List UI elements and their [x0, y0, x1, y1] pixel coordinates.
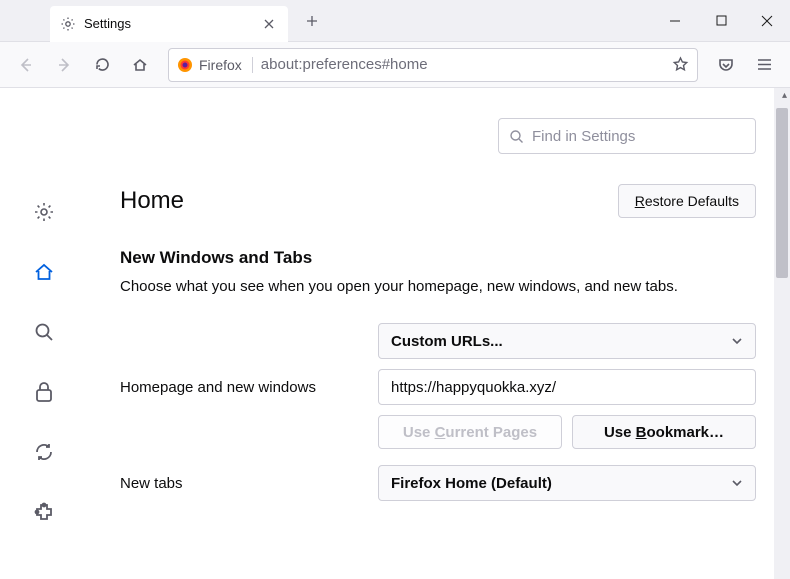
settings-search-box[interactable]	[498, 118, 756, 154]
urlbar-url: about:preferences#home	[261, 56, 664, 73]
section-title: New Windows and Tabs	[120, 248, 756, 268]
bookmark-star-icon[interactable]	[672, 56, 689, 73]
sidebar-item-general[interactable]	[26, 194, 62, 230]
url-bar[interactable]: Firefox about:preferences#home	[168, 48, 698, 82]
sidebar	[0, 88, 88, 579]
newtabs-label: New tabs	[120, 475, 366, 492]
browser-tab[interactable]: Settings	[50, 6, 288, 42]
homepage-url-input[interactable]	[378, 369, 756, 405]
scrollbar-thumb[interactable]	[776, 108, 788, 278]
forward-button[interactable]	[48, 49, 80, 81]
close-window-button[interactable]	[744, 0, 790, 42]
close-tab-icon[interactable]	[260, 15, 278, 33]
homepage-label: Homepage and new windows	[120, 379, 366, 396]
toolbar: Firefox about:preferences#home	[0, 42, 790, 88]
sidebar-item-extensions[interactable]	[26, 494, 62, 530]
sidebar-item-privacy[interactable]	[26, 374, 62, 410]
select-value: Custom URLs...	[391, 333, 503, 350]
urlbar-identity-label: Firefox	[199, 57, 253, 73]
page-title: Home	[120, 187, 184, 215]
home-button[interactable]	[124, 49, 156, 81]
scroll-up-icon[interactable]: ▴	[782, 90, 787, 101]
restore-defaults-button[interactable]: Restore Defaults	[618, 184, 756, 218]
main-panel: Home Restore Defaults New Windows and Ta…	[88, 88, 790, 579]
titlebar: Settings	[0, 0, 790, 42]
search-icon	[509, 129, 524, 144]
maximize-button[interactable]	[698, 0, 744, 42]
sidebar-item-home[interactable]	[26, 254, 62, 290]
sidebar-item-search[interactable]	[26, 314, 62, 350]
new-tab-button[interactable]	[298, 7, 326, 35]
gear-icon	[60, 16, 76, 32]
use-current-pages-button[interactable]: Use Current Pages	[378, 415, 562, 449]
select-value: Firefox Home (Default)	[391, 475, 552, 492]
use-bookmark-button[interactable]: Use Bookmark…	[572, 415, 756, 449]
pocket-icon[interactable]	[710, 49, 742, 81]
menu-icon[interactable]	[748, 49, 780, 81]
scrollbar[interactable]: ▴	[774, 88, 790, 579]
settings-search-input[interactable]	[532, 128, 745, 145]
tab-title: Settings	[84, 16, 252, 31]
chevron-down-icon	[731, 477, 743, 489]
homepage-mode-select[interactable]: Custom URLs...	[378, 323, 756, 359]
firefox-icon	[177, 57, 193, 73]
minimize-button[interactable]	[652, 0, 698, 42]
content-area: Home Restore Defaults New Windows and Ta…	[0, 88, 790, 579]
urlbar-identity: Firefox	[177, 57, 253, 73]
sidebar-item-sync[interactable]	[26, 434, 62, 470]
chevron-down-icon	[731, 335, 743, 347]
window-controls	[652, 0, 790, 42]
section-description: Choose what you see when you open your h…	[120, 276, 756, 297]
reload-button[interactable]	[86, 49, 118, 81]
back-button[interactable]	[10, 49, 42, 81]
newtabs-mode-select[interactable]: Firefox Home (Default)	[378, 465, 756, 501]
